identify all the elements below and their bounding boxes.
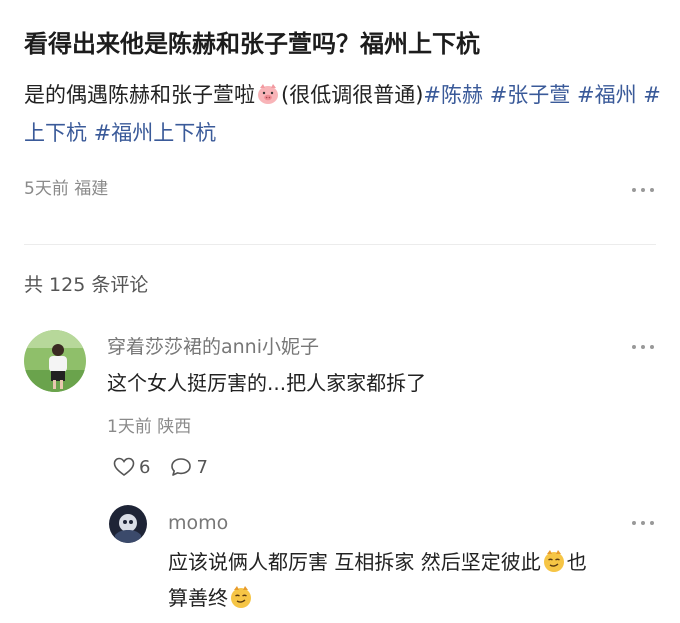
comment-bubble-icon xyxy=(171,458,192,476)
reply-more-button[interactable] xyxy=(628,513,658,533)
reply-button[interactable]: 7 xyxy=(170,456,208,478)
reply-text: 应该说俩人都厉害 互相拆家 然后坚定彼此 也算善终 xyxy=(168,544,648,616)
comment-count: 共 125 条评论 xyxy=(24,274,149,296)
post-body-note: (很低调很普通) xyxy=(281,83,424,107)
post-detail-page: 看得出来他是陈赫和张子萱吗？福州上下杭 是的偶遇陈赫和张子萱啦 (很低调很普通)#… xyxy=(0,0,680,623)
like-count: 6 xyxy=(139,456,151,478)
comment-more-button[interactable] xyxy=(628,337,658,357)
comment-time: 1天前 xyxy=(107,417,152,437)
comment-location: 陕西 xyxy=(157,417,192,437)
post-meta: 5天前 福建 xyxy=(24,176,108,202)
reply-text-part2: 也 xyxy=(566,550,587,574)
heart-icon xyxy=(113,457,135,476)
avatar[interactable] xyxy=(24,330,86,392)
post-time: 5天前 xyxy=(24,179,69,199)
like-button[interactable]: 6 xyxy=(113,457,150,478)
post-body: 是的偶遇陈赫和张子萱啦 (很低调很普通)#陈赫 #张子萱 #福州 #上下杭 #福州… xyxy=(24,76,664,152)
more-dots-icon xyxy=(632,188,636,192)
post-body-text: 是的偶遇陈赫和张子萱啦 xyxy=(24,83,255,107)
comment-meta: 1天前 陕西 xyxy=(107,414,191,440)
comment-username[interactable]: 穿着莎莎裙的anni小妮子 xyxy=(107,333,319,361)
reply-text-part3: 算善终 xyxy=(168,586,228,610)
post-title: 看得出来他是陈赫和张子萱吗？福州上下杭 xyxy=(24,30,480,58)
divider xyxy=(24,244,656,245)
post-more-button[interactable] xyxy=(628,180,658,200)
pig-face-icon xyxy=(256,80,280,104)
reply-username[interactable]: momo xyxy=(168,509,228,537)
hashtag-fuzhou-shangxiahang[interactable]: #福州上下杭 xyxy=(94,121,217,145)
hashtag-fuzhou[interactable]: #福州 xyxy=(577,83,637,107)
more-dots-icon xyxy=(632,345,636,349)
smirk-face-icon xyxy=(229,584,253,608)
avatar[interactable] xyxy=(109,505,147,543)
reply-text-part1: 应该说俩人都厉害 互相拆家 然后坚定彼此 xyxy=(168,550,541,574)
smirk-face-icon xyxy=(542,548,566,572)
post-location: 福建 xyxy=(74,179,109,199)
reply-count: 7 xyxy=(196,456,208,478)
hashtag-chenhe[interactable]: #陈赫 xyxy=(423,83,483,107)
comment-text: 这个女人挺厉害的...把人家家都拆了 xyxy=(107,371,427,395)
hashtag-zhangzixuan[interactable]: #张子萱 xyxy=(490,83,571,107)
comment-actions: 6 7 xyxy=(113,453,228,481)
more-dots-icon xyxy=(632,521,636,525)
